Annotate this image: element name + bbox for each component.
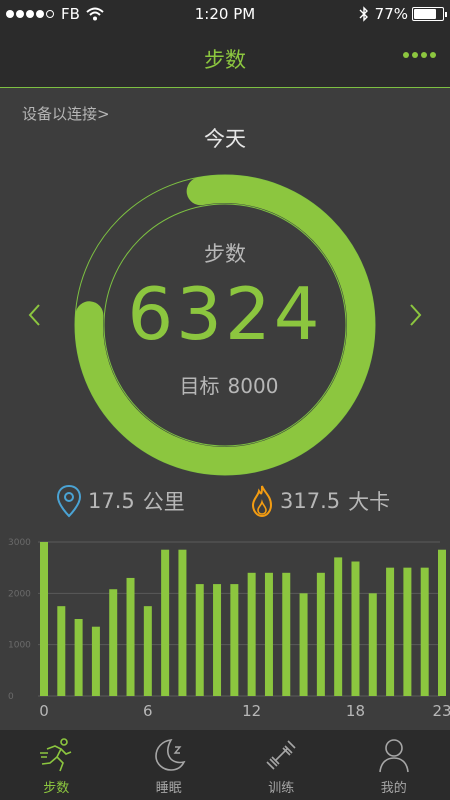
steps-goal: 目标 8000 (0, 370, 450, 399)
tab-profile[interactable]: 我的 (338, 730, 450, 800)
distance-stat: 17.5 公里 (56, 484, 185, 518)
chart-bar-hour-13 (264, 572, 273, 696)
chart-bar-hour-15 (299, 593, 308, 696)
chart-bar-hour-9 (195, 584, 204, 696)
chart-bar-hour-18 (351, 561, 360, 696)
tab-sleep-label: 睡眠 (155, 781, 182, 796)
steps-count: 6324 (127, 272, 323, 356)
chart-bar-hour-4 (109, 589, 118, 696)
y-tick-label: 3000 (8, 538, 31, 548)
x-tick-label: 6 (143, 702, 153, 720)
day-title: 今天 (204, 127, 246, 151)
chart-bar-hour-22 (420, 567, 429, 696)
chart-bar-hour-21 (403, 567, 412, 696)
page-title: 步数 (204, 48, 246, 72)
distance-unit: 公里 (142, 490, 185, 514)
x-tick-label: 18 (346, 702, 365, 720)
tab-sleep[interactable]: 睡眠 (113, 730, 226, 800)
distance-value: 17.5 (88, 489, 135, 513)
chart-bar-hour-10 (213, 584, 222, 696)
chart-bar-hour-20 (386, 567, 395, 696)
chart-bar-hour-16 (316, 572, 325, 696)
more-button[interactable] (400, 52, 436, 58)
chart-bar-hour-17 (334, 557, 343, 696)
tab-bar: 步数 睡眠 训练 我的 (0, 730, 450, 800)
chart-bar-hour-23 (438, 549, 446, 696)
chart-bar-hour-19 (368, 593, 377, 696)
next-day-button[interactable] (402, 300, 428, 330)
chart-bar-hour-1 (57, 606, 66, 696)
hourly-steps-chart: 3000 2000 1000 0 0 6 12 18 23 (8, 538, 450, 720)
chart-bar-hour-14 (282, 572, 291, 696)
status-bar: FB 1:20 PM 77% (0, 0, 450, 30)
user-icon (378, 739, 409, 773)
chart-bar-hour-12 (247, 572, 256, 696)
flame-icon (251, 485, 273, 518)
chart-bar-hour-2 (74, 619, 83, 696)
chart-bar-hour-6 (143, 606, 152, 696)
moon-icon (154, 739, 185, 771)
chart-bar-hour-0 (40, 542, 48, 696)
device-connection-link[interactable]: 设备以连接> (22, 103, 110, 124)
y-tick-label: 1000 (8, 641, 31, 651)
steps-label: 步数 (204, 242, 246, 266)
tab-steps[interactable]: 步数 (0, 730, 113, 800)
bluetooth-icon (359, 6, 368, 22)
chart-bar-hour-3 (91, 626, 100, 696)
x-tick-label: 23 (432, 702, 450, 720)
chart-bar-hour-11 (230, 584, 239, 696)
calories-value: 317.5 (280, 489, 341, 513)
more-dots-icon (403, 52, 409, 58)
location-pin-icon (56, 484, 82, 518)
chevron-right-icon (410, 304, 422, 326)
previous-day-button[interactable] (22, 300, 48, 330)
calories-stat: 317.5 大卡 (250, 484, 390, 518)
dumbbell-icon (266, 740, 296, 770)
battery-icon (412, 7, 447, 21)
goal-label: 目标 (179, 374, 220, 398)
tab-training-label: 训练 (268, 781, 295, 796)
y-tick-label: 0 (8, 692, 14, 702)
x-tick-label: 12 (242, 702, 261, 720)
goal-value: 8000 (227, 374, 279, 398)
chart-bar-hour-7 (161, 549, 170, 696)
tab-steps-label: 步数 (43, 781, 70, 796)
calories-unit: 大卡 (348, 490, 391, 514)
y-tick-label: 2000 (8, 589, 31, 599)
x-tick-label: 0 (39, 702, 49, 720)
chart-bar-hour-8 (178, 549, 187, 696)
chevron-left-icon (28, 304, 40, 326)
battery-percent: 77% (374, 5, 408, 23)
battery-level (414, 9, 436, 19)
chart-bar-hour-5 (126, 577, 135, 696)
tab-profile-label: 我的 (380, 781, 407, 796)
running-icon (40, 738, 72, 772)
status-right: 77% (359, 5, 447, 23)
tab-training[interactable]: 训练 (225, 730, 338, 800)
nav-bar: 步数 (0, 30, 450, 88)
